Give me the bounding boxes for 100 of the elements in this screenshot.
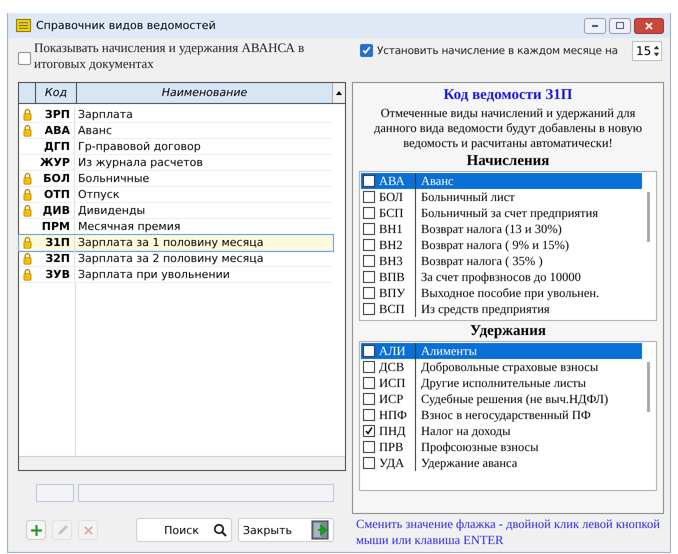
- checkbox[interactable]: [363, 409, 375, 421]
- name-cell-text: Возврат налога ( 35% ): [420, 254, 543, 268]
- name-cell-text: Месячная премия: [77, 219, 182, 234]
- checkbox[interactable]: [363, 175, 375, 187]
- name-cell-text: Аванс: [77, 123, 113, 138]
- checkbox[interactable]: [363, 457, 375, 469]
- search-button[interactable]: Поиск: [136, 518, 232, 542]
- minimize-button[interactable]: [584, 18, 606, 34]
- list-item[interactable]: АВА Аванс: [361, 173, 642, 189]
- list-item[interactable]: ВН2 Возврат налога ( 9% и 15%): [361, 237, 642, 253]
- table-row[interactable]: З2П Зарплата за 2 половину месяца: [19, 251, 333, 267]
- list-item[interactable]: ПРВ Профсоюзные взносы: [361, 439, 642, 455]
- checkbox[interactable]: [363, 207, 375, 219]
- table-row[interactable]: ЗУВ Зарплата при увольнении: [19, 267, 333, 283]
- code-cell: ВН1: [379, 221, 416, 237]
- table-row[interactable]: ОТП Отпуск: [19, 187, 333, 203]
- door-exit-icon: [311, 520, 329, 540]
- table-row[interactable]: АВА Аванс: [19, 123, 333, 139]
- scrollbar-thumb[interactable]: [647, 362, 650, 412]
- code-cell: ДИВ: [35, 203, 75, 218]
- code-cell: АВА: [379, 173, 416, 189]
- code-cell: УДА: [379, 455, 416, 471]
- checkbox[interactable]: [363, 271, 375, 283]
- code-cell: ЖУР: [35, 155, 75, 170]
- name-cell-text: Налог на доходы: [420, 424, 511, 438]
- maximize-button[interactable]: [609, 18, 631, 34]
- list-title: Удержания: [469, 323, 547, 340]
- cross-icon: [82, 524, 94, 536]
- checkbox[interactable]: [363, 191, 375, 203]
- list-item[interactable]: БОЛ Больничный лист: [361, 189, 642, 205]
- code-cell: ИСП: [379, 375, 416, 391]
- list-item[interactable]: ДСВ Добровольные страховые взносы: [361, 359, 642, 375]
- list-item[interactable]: ВПУ Выходное пособие при увольнен.: [361, 285, 642, 301]
- code-cell: ИСР: [379, 391, 416, 407]
- close-button[interactable]: [634, 18, 664, 34]
- checkbox[interactable]: [363, 223, 375, 235]
- table-row[interactable]: ДГП Гр-правовой договор: [19, 139, 333, 155]
- list-item[interactable]: УДА Удержание аванса: [361, 455, 642, 471]
- list-item[interactable]: БСП Больничный за счет предприятия: [361, 205, 642, 221]
- close-button[interactable]: Закрыть: [238, 518, 334, 542]
- name-cell-text: Профсоюзные взносы: [420, 440, 538, 454]
- list-item[interactable]: ВН3 Возврат налога ( 35% ): [361, 253, 642, 269]
- checkbox[interactable]: [363, 361, 375, 373]
- checkbox[interactable]: [363, 239, 375, 251]
- checkbox[interactable]: [18, 52, 31, 65]
- name-cell-text: Больничный за счет предприятия: [420, 206, 598, 220]
- code-cell: ОТП: [35, 187, 75, 202]
- checkbox[interactable]: [363, 425, 375, 437]
- list-title: Начисления: [466, 153, 550, 170]
- code-cell: ВПУ: [379, 285, 416, 301]
- add-button[interactable]: [26, 520, 46, 540]
- checkbox[interactable]: [360, 44, 373, 57]
- search-icon: [213, 523, 227, 537]
- list-item[interactable]: АЛИ Алименты: [361, 343, 642, 359]
- scroll-up-icon[interactable]: [332, 83, 345, 103]
- code-cell: ВН3: [379, 253, 416, 269]
- table-row[interactable]: ЗРП Зарплата: [19, 107, 333, 123]
- checkbox[interactable]: [363, 345, 375, 357]
- code-cell: ПНД: [379, 423, 416, 439]
- code-cell: АЛИ: [379, 343, 416, 359]
- checkbox[interactable]: [363, 393, 375, 405]
- list-item[interactable]: ВН1 Возврат налога (13 и 30%): [361, 221, 642, 237]
- table-row[interactable]: БОЛ Больничные: [19, 171, 333, 187]
- minimize-icon: [592, 24, 598, 26]
- column-header[interactable]: Наименование: [77, 83, 332, 103]
- name-cell-text: Взнос в негосударственный ПФ: [420, 408, 591, 422]
- name-cell-text: Из средств предприятия: [420, 302, 550, 316]
- table-row[interactable]: З1П Зарплата за 1 половину месяца: [19, 235, 333, 251]
- column-header[interactable]: Код: [36, 83, 77, 103]
- code-cell: НПФ: [379, 407, 416, 423]
- list-item[interactable]: ПНД Налог на доходы: [361, 423, 642, 439]
- code-cell: ЗУВ: [35, 267, 75, 282]
- checkbox[interactable]: [363, 287, 375, 299]
- number-spinner[interactable]: 15: [632, 41, 662, 61]
- horizontal-scrollbar[interactable]: [19, 456, 345, 470]
- code-cell: АВА: [35, 123, 75, 138]
- pencil-icon: [56, 524, 68, 536]
- list-item[interactable]: ВПВ За счет профвзносов до 10000: [361, 269, 642, 285]
- checkbox[interactable]: [363, 255, 375, 267]
- checkbox[interactable]: [363, 303, 375, 315]
- close-icon: [644, 20, 654, 30]
- code-cell: ВН2: [379, 237, 416, 253]
- table-row[interactable]: ЖУР Из журнала расчетов: [19, 155, 333, 171]
- checkbox[interactable]: [363, 441, 375, 453]
- code-cell: БСП: [379, 205, 416, 221]
- name-cell-text: Дивиденды: [77, 203, 146, 218]
- name-cell-text: Отпуск: [77, 187, 120, 202]
- hint-text: Сменить значение флажка - двойной клик левой кнопкой мыши или клавиша ENTER: [355, 516, 661, 549]
- name-input-field[interactable]: [78, 484, 334, 502]
- list-item[interactable]: ВСП Из средств предприятия: [361, 301, 642, 317]
- checkbox[interactable]: [363, 377, 375, 389]
- code-cell: ДГП: [35, 139, 75, 154]
- code-cell: БОЛ: [35, 171, 75, 186]
- list-item[interactable]: НПФ Взнос в негосударственный ПФ: [361, 407, 642, 423]
- list-item[interactable]: ИСР Судебные решения (не выч.НДФЛ): [361, 391, 642, 407]
- list-item[interactable]: ИСП Другие исполнительные листы: [361, 375, 642, 391]
- code-input-field[interactable]: [36, 484, 74, 502]
- table-row[interactable]: ДИВ Дивиденды: [19, 203, 333, 219]
- name-cell-text: Добровольные страховые взносы: [420, 360, 598, 374]
- scrollbar-thumb[interactable]: [647, 192, 650, 242]
